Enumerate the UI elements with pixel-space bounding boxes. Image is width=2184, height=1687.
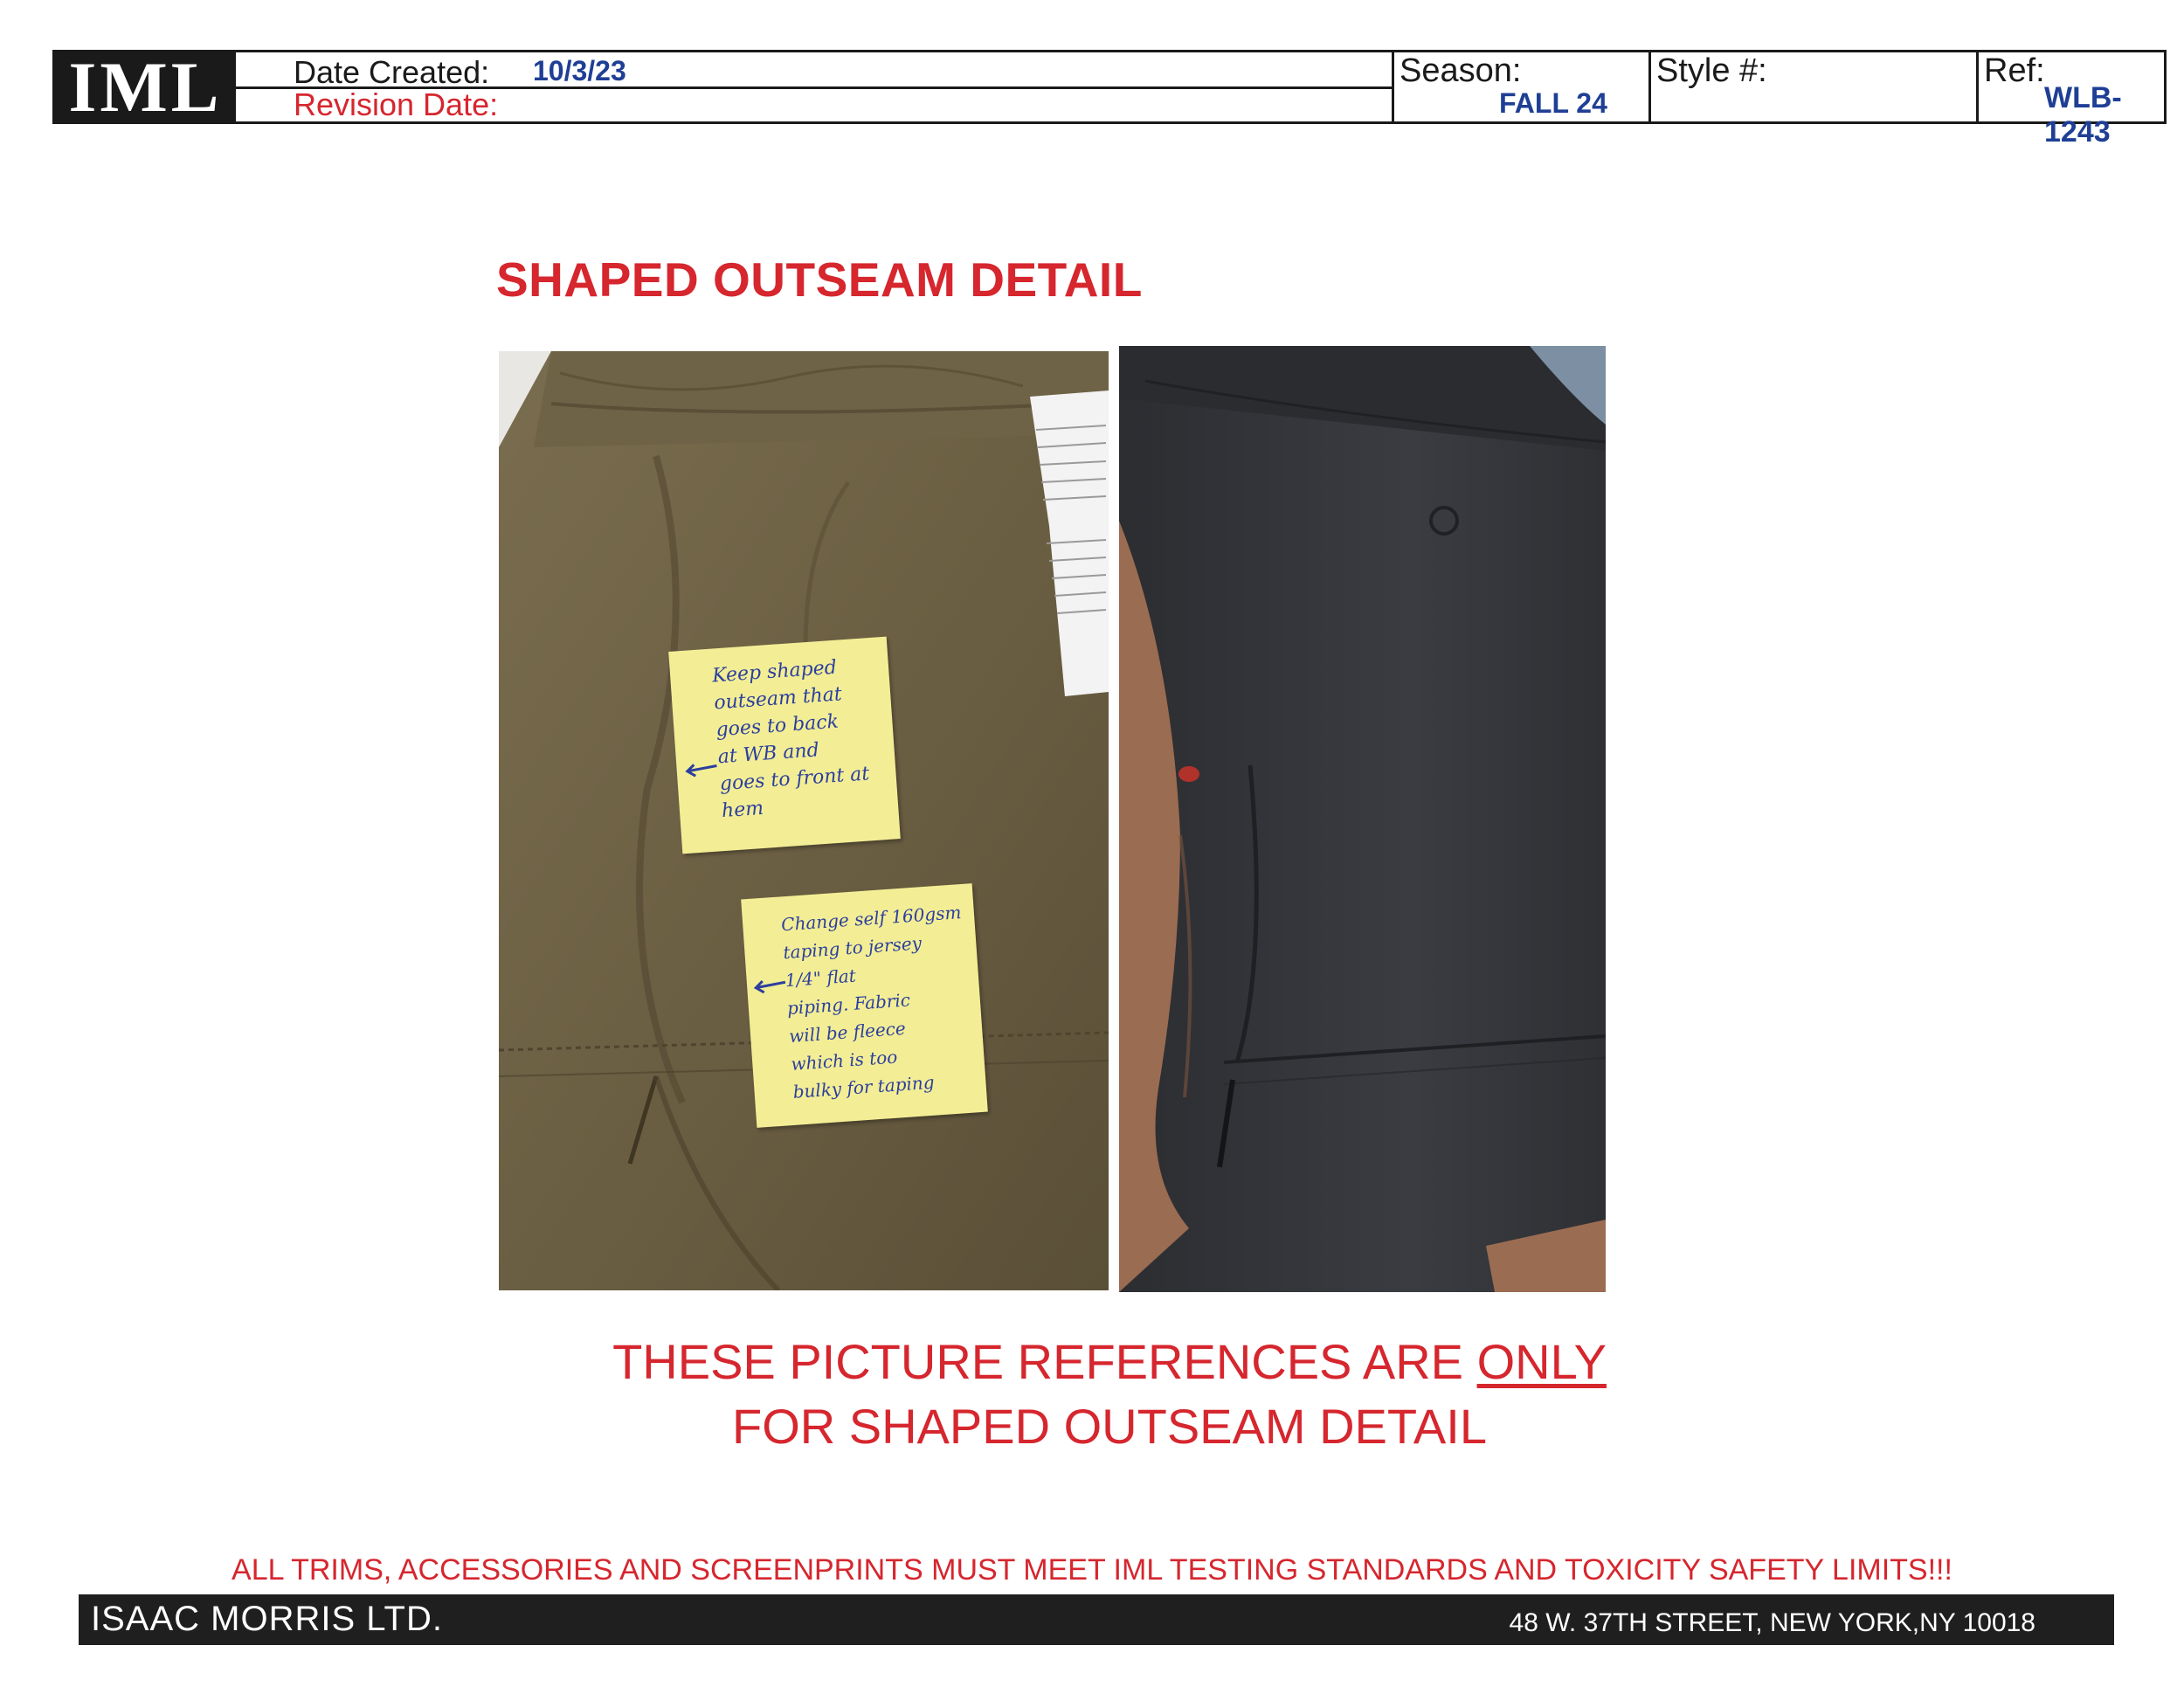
compliance-statement: ALL TRIMS, ACCESSORIES AND SCREENPRINTS … <box>232 1553 1952 1587</box>
reference-note-line-1: THESE PICTURE REFERENCES ARE ONLY <box>489 1330 1730 1394</box>
style-number-cell: Style #: <box>1648 52 1976 121</box>
section-title: SHAPED OUTSEAM DETAIL <box>496 252 1143 307</box>
revision-date-row: Revision Date: <box>236 86 1392 122</box>
arrow-left-icon <box>753 980 786 994</box>
sticky-note-2: Change self 160gsm taping to jersey 1/4"… <box>741 883 988 1128</box>
ref-cell: Ref: WLB-1243 <box>1976 52 2164 149</box>
season-cell: Season: FALL 24 <box>1392 52 1648 121</box>
charcoal-shorts-illustration <box>1119 346 1606 1292</box>
company-address: 48 W. 37TH STREET, NEW YORK,NY 10018 <box>1509 1608 2035 1637</box>
date-created-row: Date Created: 10/3/23 <box>236 52 1392 90</box>
spec-header: IML Date Created: 10/3/23 Revision Date:… <box>52 50 2167 149</box>
season-value: FALL 24 <box>1499 87 1607 119</box>
company-name: ISAAC MORRIS LTD. <box>91 1600 443 1638</box>
iml-logo: IML <box>55 52 236 123</box>
ref-label: Ref: <box>1984 52 2045 89</box>
ref-value: WLB-1243 <box>2044 81 2122 149</box>
reference-note: THESE PICTURE REFERENCES ARE ONLY FOR SH… <box>489 1330 1730 1459</box>
arrow-left-icon <box>685 764 717 778</box>
date-created-value: 10/3/23 <box>533 55 626 86</box>
olive-shorts-photo: Keep shaped outseam that goes to back at… <box>499 351 1109 1290</box>
season-label: Season: <box>1400 52 1522 89</box>
revision-date-label: Revision Date: <box>294 86 499 122</box>
date-cell: Date Created: 10/3/23 Revision Date: <box>236 52 1392 122</box>
reference-note-prefix: THESE PICTURE REFERENCES ARE <box>612 1334 1477 1389</box>
charcoal-shorts-photo <box>1119 346 1606 1292</box>
reference-note-line-2: FOR SHAPED OUTSEAM DETAIL <box>732 1399 1487 1454</box>
style-number-label: Style #: <box>1656 52 1767 89</box>
sticky-note-1: Keep shaped outseam that goes to back at… <box>668 636 901 854</box>
date-created-label: Date Created: <box>294 54 490 90</box>
footer-bar: ISAAC MORRIS LTD. 48 W. 37TH STREET, NEW… <box>79 1594 2114 1645</box>
reference-note-emphasis: ONLY <box>1476 1334 1607 1389</box>
